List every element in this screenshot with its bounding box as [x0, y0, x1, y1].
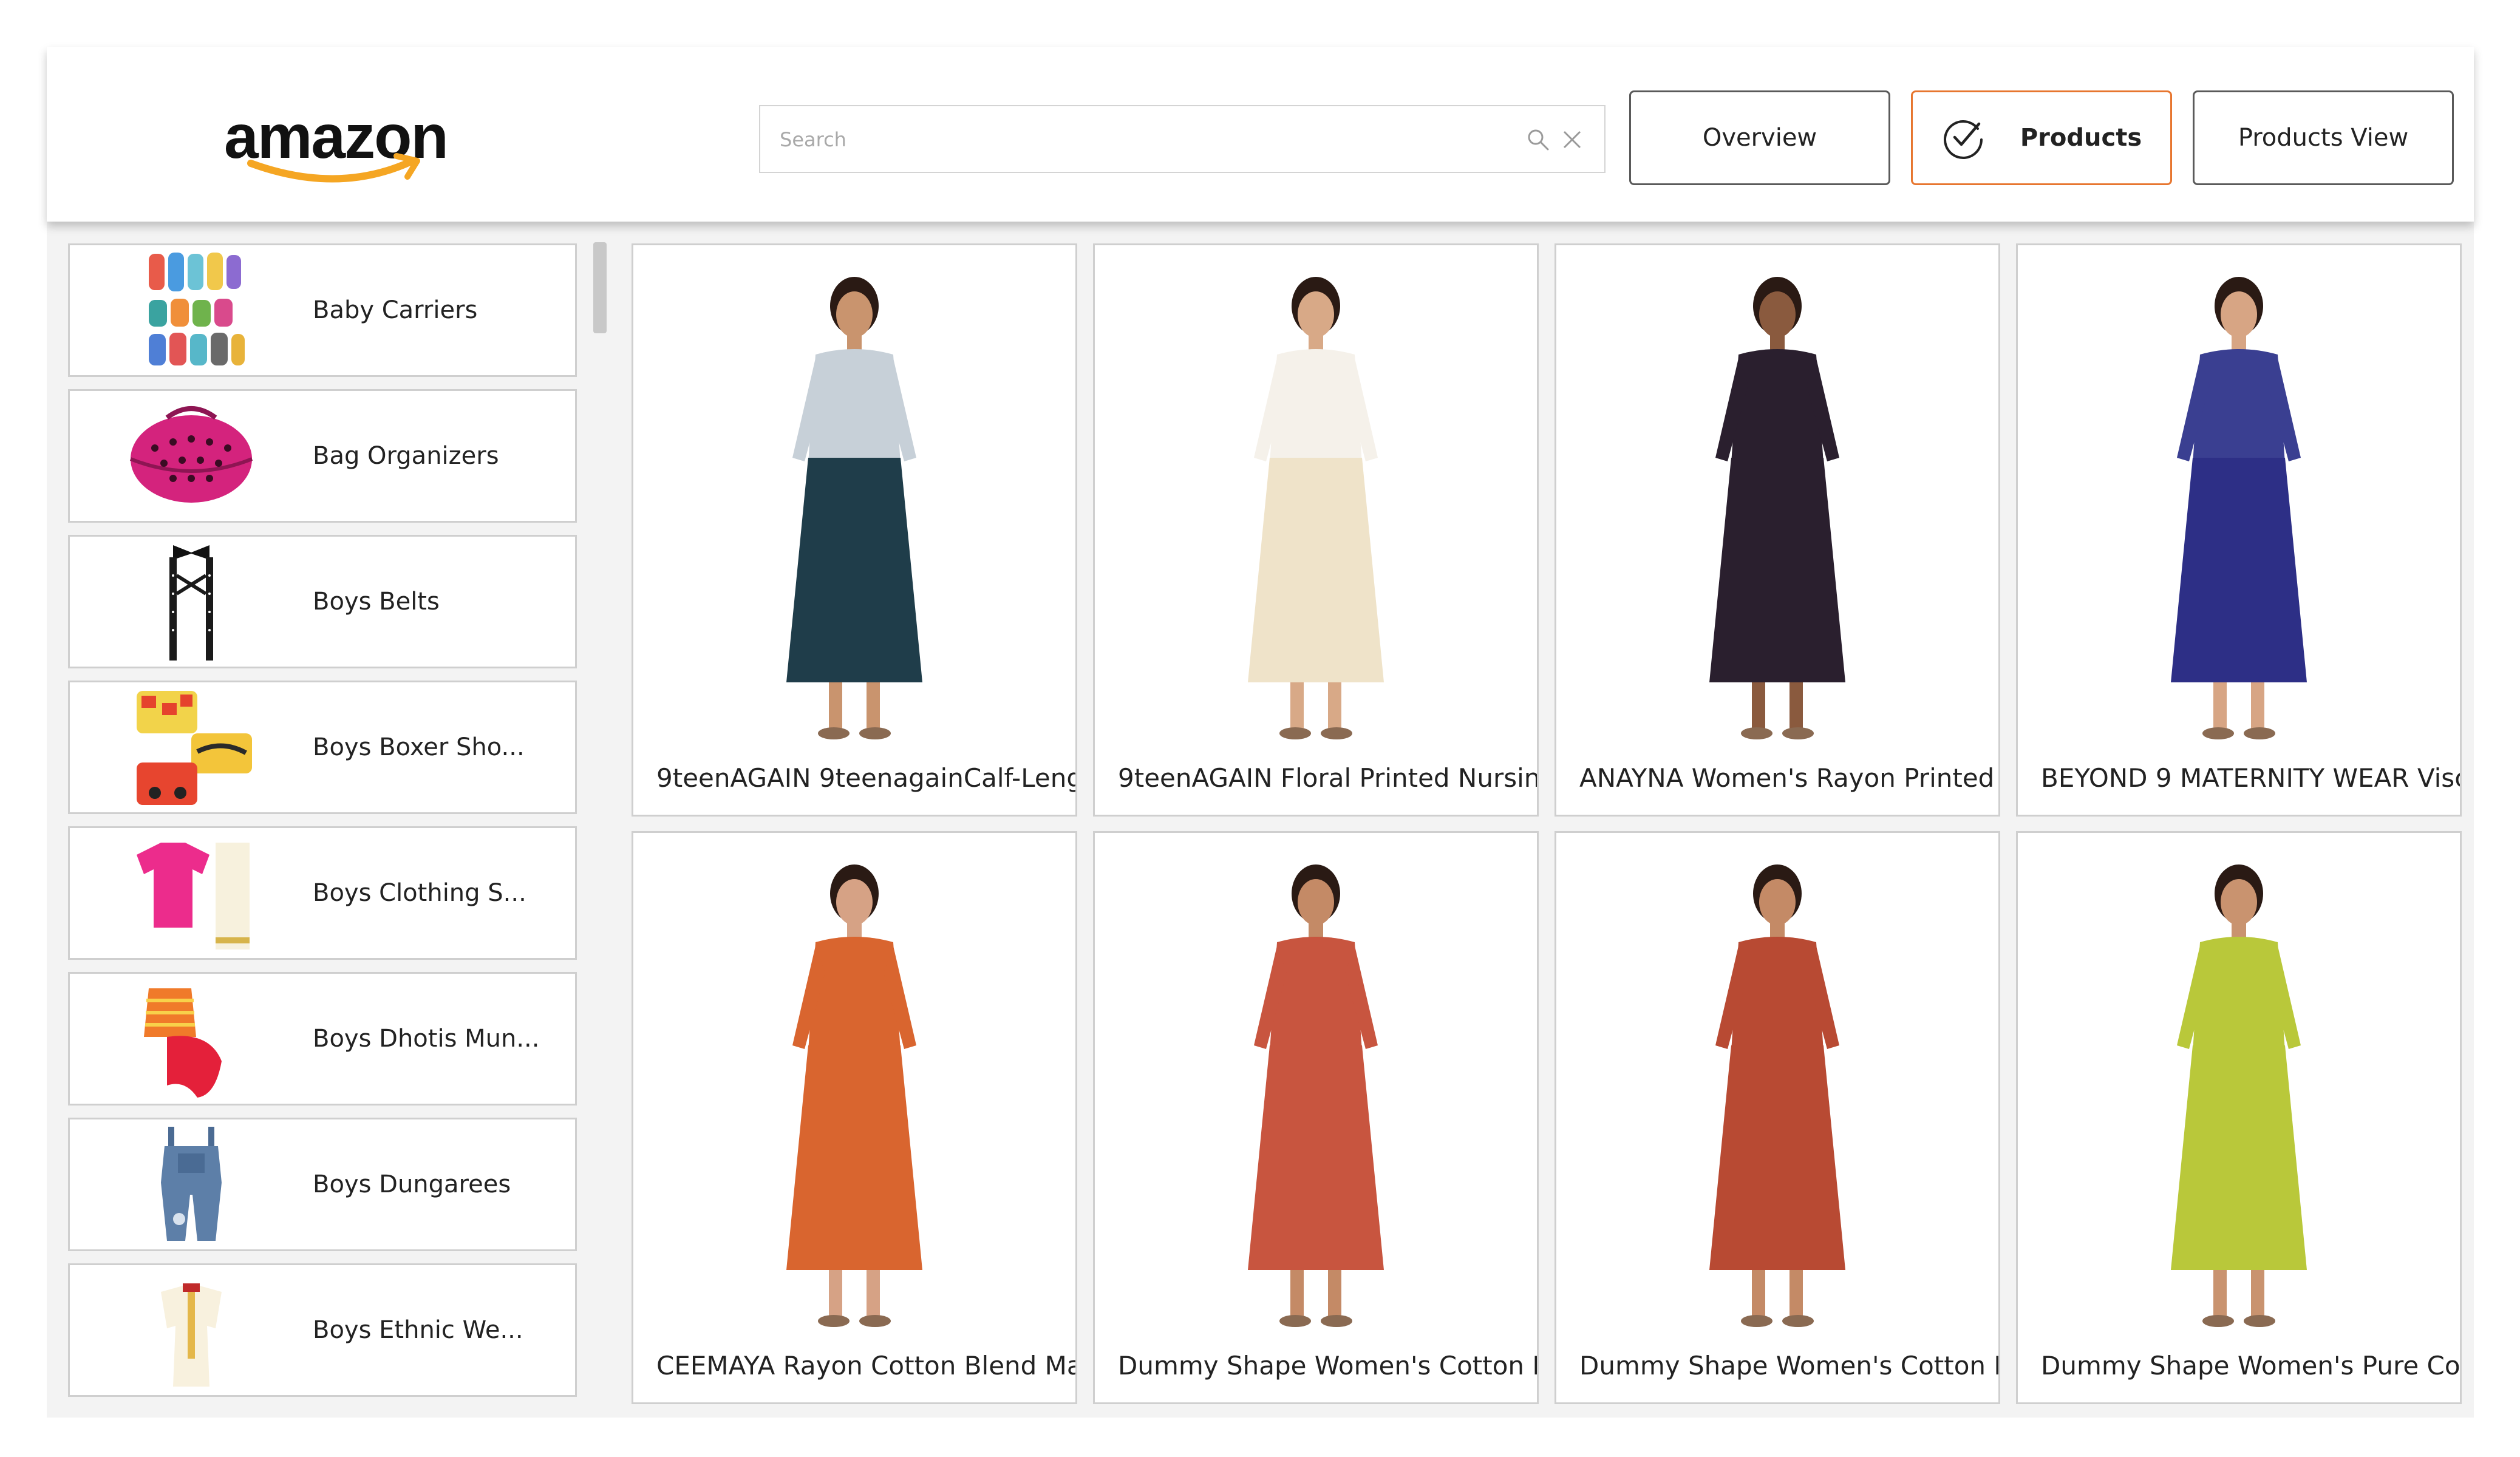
product-title: Dummy Shape Women's Cotton Rayon: [1579, 1351, 1998, 1381]
search-box: [759, 105, 1606, 173]
category-item[interactable]: Bag Organizers: [68, 389, 577, 523]
product-card[interactable]: 9teenAGAIN Floral Printed Nursing: [1093, 243, 1539, 817]
category-list: Baby Carriers Bag Organizers Boys Belts …: [59, 236, 618, 1418]
product-title: Dummy Shape Women's Pure Cotton: [2041, 1351, 2460, 1381]
maternity-dress-image: [1709, 864, 1845, 1327]
maternity-dress-image: [786, 277, 922, 739]
products-label: Products: [2020, 124, 2142, 152]
dhoti-thumbnail: [144, 988, 222, 1098]
product-title: CEEMAYA Rayon Cotton Blend Maternity: [656, 1351, 1075, 1381]
smile-arrow-icon: [247, 153, 420, 183]
category-item[interactable]: Boys Clothing S...: [68, 826, 577, 960]
bag-organizer-thumbnail: [129, 406, 253, 503]
product-card[interactable]: Dummy Shape Women's Cotton Rayon: [1555, 831, 2000, 1404]
boxer-shorts-thumbnail: [137, 691, 252, 805]
category-label: Baby Carriers: [313, 296, 478, 324]
header-bar: amazon Overview Produ: [47, 47, 2474, 222]
category-item[interactable]: Boys Ethnic We...: [68, 1263, 577, 1397]
dungarees-thumbnail: [161, 1127, 222, 1241]
category-label: Bag Organizers: [313, 442, 499, 470]
product-card[interactable]: ANAYNA Women's Rayon Printed Dress: [1555, 243, 2000, 817]
check-circle-icon: [1943, 120, 1983, 159]
maternity-dress-image: [1248, 277, 1384, 739]
maternity-dress-image: [2171, 277, 2307, 739]
category-item[interactable]: Boys Dungarees: [68, 1118, 577, 1251]
maternity-dress-image: [786, 864, 922, 1327]
product-grid: 9teenAGAIN 9teenagainCalf-Length 9teenAGA…: [618, 236, 2464, 1418]
category-item[interactable]: Baby Carriers: [68, 243, 577, 377]
clear-icon[interactable]: [1562, 129, 1582, 150]
search-icon[interactable]: [1527, 128, 1550, 151]
product-card[interactable]: BEYOND 9 MATERNITY WEAR Viscose: [2016, 243, 2462, 817]
product-card[interactable]: CEEMAYA Rayon Cotton Blend Maternity: [632, 831, 1077, 1404]
report-canvas: amazon Overview Produ: [47, 47, 2474, 1418]
category-label: Boys Boxer Sho...: [313, 733, 525, 761]
category-label: Boys Belts: [313, 588, 440, 616]
products-view-label: Products View: [2238, 124, 2409, 152]
product-title: Dummy Shape Women's Cotton Rayon: [1118, 1351, 1537, 1381]
product-title: 9teenAGAIN Floral Printed Nursing: [1118, 763, 1537, 793]
product-card[interactable]: 9teenAGAIN 9teenagainCalf-Length: [632, 243, 1077, 817]
category-label: Boys Dhotis Mun...: [313, 1025, 540, 1053]
product-title: ANAYNA Women's Rayon Printed Dress: [1579, 763, 1998, 793]
products-view-button[interactable]: Products View: [2193, 90, 2454, 185]
maternity-dress-image: [1248, 864, 1384, 1327]
suspenders-thumbnail: [169, 545, 213, 661]
category-scrollbar[interactable]: [592, 236, 608, 1418]
category-label: Boys Ethnic We...: [313, 1316, 523, 1344]
category-item[interactable]: Boys Boxer Sho...: [68, 681, 577, 814]
overview-label: Overview: [1702, 124, 1817, 152]
category-item[interactable]: Boys Belts: [68, 535, 577, 668]
overview-button[interactable]: Overview: [1629, 90, 1890, 185]
product-title: BEYOND 9 MATERNITY WEAR Viscose: [2041, 763, 2460, 793]
amazon-logo: amazon: [224, 103, 479, 186]
search-input[interactable]: [778, 106, 1497, 173]
socks-thumbnail: [149, 253, 245, 365]
maternity-dress-image: [1709, 277, 1845, 739]
category-label: Boys Clothing S...: [313, 879, 526, 907]
products-button[interactable]: Products: [1911, 90, 2172, 185]
ethnic-wear-thumbnail: [161, 1283, 222, 1387]
category-scroll-thumb[interactable]: [593, 242, 607, 333]
category-label: Boys Dungarees: [313, 1170, 511, 1198]
product-card[interactable]: Dummy Shape Women's Pure Cotton: [2016, 831, 2462, 1404]
clothing-set-thumbnail: [137, 843, 250, 949]
category-item[interactable]: Boys Dhotis Mun...: [68, 972, 577, 1105]
maternity-dress-image: [2171, 864, 2307, 1327]
product-title: 9teenAGAIN 9teenagainCalf-Length: [656, 763, 1075, 793]
product-card[interactable]: Dummy Shape Women's Cotton Rayon: [1093, 831, 1539, 1404]
